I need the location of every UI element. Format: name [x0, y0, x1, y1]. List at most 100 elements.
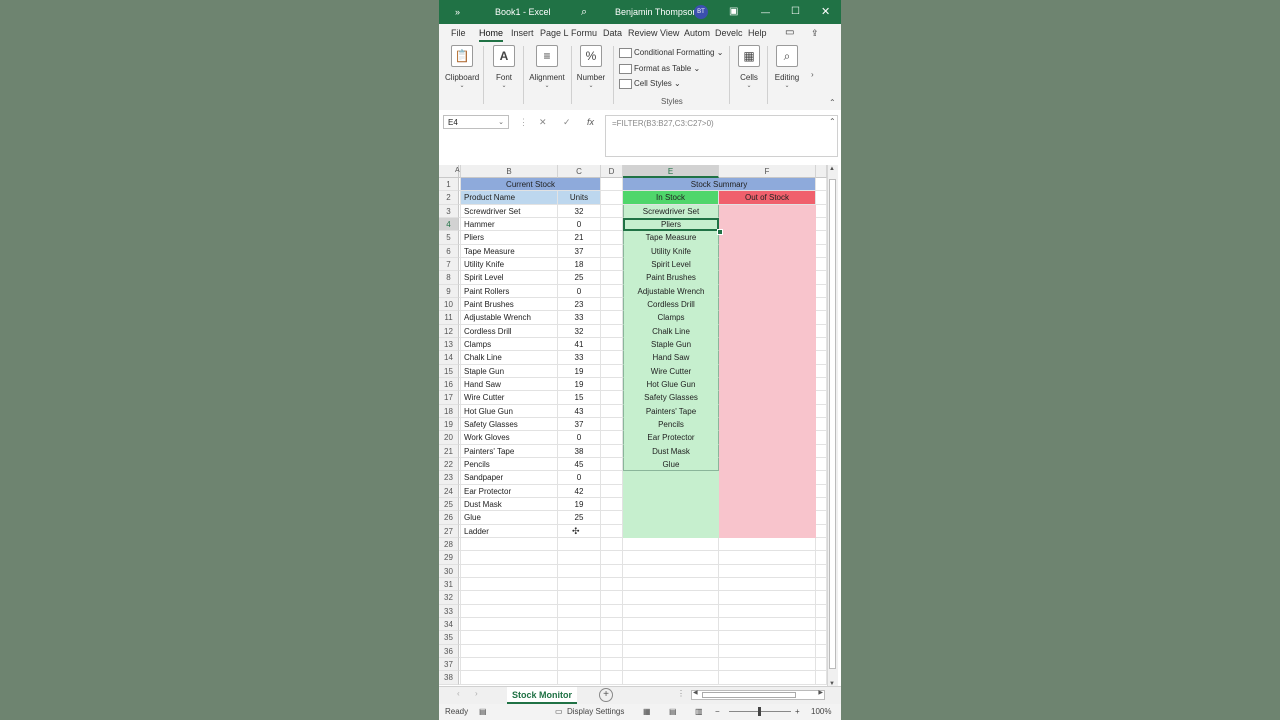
format-as-table-button[interactable]: Format as Table ⌄ — [619, 62, 700, 75]
tab-developer[interactable]: Develc — [715, 24, 743, 42]
cell[interactable] — [816, 471, 827, 485]
product-name-cell[interactable]: Glue — [461, 511, 558, 525]
product-name-cell[interactable]: Chalk Line — [461, 351, 558, 365]
chevron-down-icon[interactable]: ⌄ — [498, 116, 504, 130]
product-name-cell[interactable]: Paint Rollers — [461, 284, 558, 298]
cell[interactable] — [558, 604, 601, 618]
in-stock-cell[interactable]: Hand Saw — [623, 351, 719, 365]
units-cell[interactable]: 23 — [558, 297, 601, 312]
row-header[interactable]: 15 — [439, 364, 459, 378]
cell[interactable] — [601, 284, 623, 298]
cell[interactable] — [461, 551, 558, 565]
zoom-slider[interactable] — [729, 707, 791, 716]
cell[interactable] — [601, 377, 623, 392]
cell[interactable] — [461, 631, 558, 645]
cell[interactable] — [816, 337, 827, 352]
row-header[interactable]: 27 — [439, 524, 459, 538]
number-button[interactable]: % Number ⌄ — [575, 45, 607, 89]
formula-input[interactable]: =FILTER(B3:B27,C3:C27>0) — [605, 115, 838, 157]
cell[interactable] — [816, 537, 827, 552]
row-header[interactable]: 20 — [439, 431, 459, 445]
cell[interactable] — [816, 351, 827, 365]
units-cell[interactable]: 33 — [558, 351, 601, 365]
accessibility-icon[interactable]: ▤ — [479, 704, 487, 720]
out-of-stock-cell[interactable] — [719, 204, 816, 218]
out-of-stock-cell[interactable] — [719, 284, 816, 298]
row-header[interactable]: 6 — [439, 244, 459, 258]
product-name-cell[interactable]: Safety Glasses — [461, 417, 558, 432]
units-cell[interactable]: 15 — [558, 391, 601, 405]
share-icon[interactable]: ⇪ — [811, 24, 819, 42]
cell[interactable] — [816, 417, 827, 432]
zoom-out-icon[interactable]: − — [715, 704, 720, 720]
cell[interactable] — [601, 564, 623, 578]
out-of-stock-cell[interactable] — [719, 431, 816, 445]
cell[interactable] — [601, 484, 623, 498]
row-header[interactable]: 36 — [439, 644, 459, 658]
cell[interactable] — [623, 564, 719, 578]
add-sheet-button[interactable]: + — [599, 688, 613, 702]
cell[interactable] — [816, 577, 827, 592]
cell[interactable] — [719, 577, 816, 592]
cell[interactable] — [816, 457, 827, 472]
cell[interactable] — [601, 644, 623, 658]
cell[interactable] — [816, 178, 827, 192]
out-of-stock-cell[interactable] — [719, 351, 816, 365]
units-cell[interactable]: 0 — [558, 471, 601, 485]
in-stock-cell[interactable]: Tape Measure — [623, 231, 719, 245]
out-of-stock-cell[interactable] — [719, 244, 816, 258]
cell[interactable] — [719, 617, 816, 632]
cell[interactable] — [816, 644, 827, 658]
cell[interactable] — [816, 377, 827, 392]
row-header[interactable]: 8 — [439, 271, 459, 285]
prev-sheet-icon[interactable]: ‹ — [457, 689, 460, 698]
row-header[interactable]: 23 — [439, 471, 459, 485]
row-header[interactable]: 35 — [439, 631, 459, 645]
zoom-slider-thumb[interactable] — [758, 707, 761, 716]
out-of-stock-cell[interactable] — [719, 337, 816, 352]
product-name-cell[interactable]: Pencils — [461, 457, 558, 472]
row-header[interactable]: 28 — [439, 537, 459, 552]
units-cell[interactable]: 37 — [558, 244, 601, 258]
cell[interactable] — [461, 537, 558, 552]
clipboard-button[interactable]: 📋 Clipboard ⌄ — [445, 45, 479, 89]
close-icon[interactable]: ✕ — [821, 0, 830, 24]
scroll-right-icon[interactable]: ▶ — [818, 689, 823, 696]
cell[interactable] — [601, 257, 623, 272]
units-cell[interactable]: 43 — [558, 404, 601, 418]
cell[interactable] — [601, 231, 623, 245]
minimize-icon[interactable]: — — [761, 0, 770, 24]
out-of-stock-cell[interactable] — [719, 364, 816, 378]
cell[interactable] — [461, 591, 558, 605]
row-header[interactable]: 18 — [439, 404, 459, 418]
cell[interactable] — [601, 191, 623, 205]
name-box[interactable]: E4 ⌄ — [443, 115, 509, 129]
cell[interactable] — [623, 591, 719, 605]
column-header-b[interactable]: B — [461, 165, 558, 178]
tab-home[interactable]: Home — [479, 24, 504, 42]
product-name-cell[interactable]: Adjustable Wrench — [461, 311, 558, 325]
cell[interactable] — [719, 644, 816, 658]
cell[interactable] — [816, 631, 827, 645]
out-of-stock-cell[interactable] — [719, 524, 816, 538]
cell[interactable] — [601, 537, 623, 552]
cell[interactable] — [601, 244, 623, 258]
next-sheet-icon[interactable]: › — [475, 689, 478, 698]
cell[interactable] — [816, 431, 827, 445]
font-button[interactable]: A Font ⌄ — [489, 45, 519, 89]
tab-options-icon[interactable]: ⋮ — [677, 689, 685, 698]
ribbon-display-icon[interactable]: ▣ — [729, 0, 738, 24]
row-header[interactable]: 13 — [439, 337, 459, 352]
cell[interactable] — [816, 591, 827, 605]
product-name-cell[interactable]: Hammer — [461, 217, 558, 232]
cell[interactable] — [816, 244, 827, 258]
row-header[interactable]: 34 — [439, 617, 459, 632]
avatar[interactable]: BT — [694, 5, 708, 19]
cell[interactable] — [719, 631, 816, 645]
row-header[interactable]: 21 — [439, 444, 459, 458]
product-name-cell[interactable]: Hot Glue Gun — [461, 404, 558, 418]
in-stock-cell[interactable]: Glue — [623, 457, 719, 472]
row-header[interactable]: 9 — [439, 284, 459, 298]
out-of-stock-cell[interactable] — [719, 271, 816, 285]
cell[interactable] — [601, 497, 623, 512]
